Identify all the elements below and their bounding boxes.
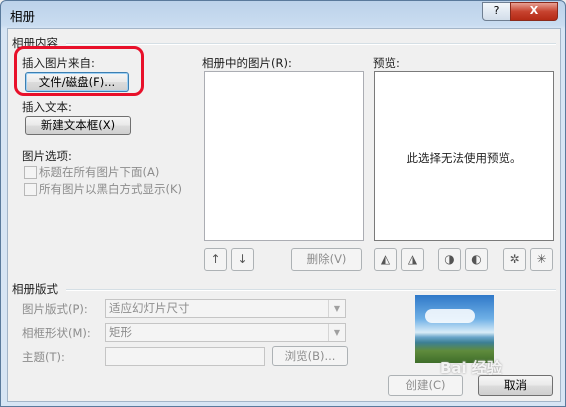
new-textbox-button[interactable]: 新建文本框(X) <box>25 116 131 135</box>
title-bar: 相册 ? X <box>1 1 565 27</box>
close-button[interactable]: X <box>510 2 558 21</box>
create-button[interactable]: 创建(C) <box>388 375 463 396</box>
brightness-up-button[interactable]: ✲ <box>503 248 526 271</box>
insert-text-label: 插入文本: <box>22 100 72 114</box>
brightness-down-icon: ✳ <box>536 252 547 266</box>
arrow-up-icon: ↑ <box>210 252 221 266</box>
contrast-up-button[interactable]: ◑ <box>438 248 461 271</box>
rotate-left-button[interactable]: ◭ <box>374 248 397 271</box>
black-white-checkbox[interactable] <box>24 183 37 196</box>
contrast-up-icon: ◑ <box>444 252 455 266</box>
chevron-down-icon: ▼ <box>328 324 345 341</box>
help-button[interactable]: ? <box>482 2 511 21</box>
baidu-watermark: Bai 经验 <box>440 359 502 377</box>
arrow-down-icon: ↓ <box>237 252 248 266</box>
chevron-down-icon: ▼ <box>328 300 345 317</box>
pictures-listbox[interactable] <box>204 71 364 241</box>
preview-message: 此选择无法使用预览。 <box>406 151 522 165</box>
rotate-right-button[interactable]: ◮ <box>401 248 424 271</box>
group-divider <box>66 289 556 291</box>
picture-layout-select[interactable]: 适应幻灯片尺寸 ▼ <box>105 299 346 318</box>
brightness-down-button[interactable]: ✳ <box>530 248 553 271</box>
picture-layout-label: 图片版式(P): <box>22 302 88 316</box>
caption-below-checkbox[interactable] <box>24 166 37 179</box>
group-divider <box>66 43 556 45</box>
brightness-up-icon: ✲ <box>509 252 520 266</box>
preview-label: 预览: <box>373 56 400 70</box>
preview-pane: 此选择无法使用预览。 <box>374 71 554 241</box>
rotate-right-icon: ◮ <box>407 252 418 266</box>
black-white-label: 所有图片以黑白方式显示(K) <box>39 182 183 196</box>
browse-button[interactable]: 浏览(B)... <box>272 346 348 366</box>
caption-below-label: 标题在所有图片下面(A) <box>39 165 160 179</box>
window-title: 相册 <box>10 9 36 24</box>
red-highlight-annotation <box>14 46 144 96</box>
picture-options-label: 图片选项: <box>22 149 72 163</box>
theme-label: 主题(T): <box>22 350 65 364</box>
frame-shape-value: 矩形 <box>109 325 132 339</box>
move-down-button[interactable]: ↓ <box>231 248 254 271</box>
album-layout-group-title: 相册版式 <box>12 282 58 296</box>
delete-button[interactable]: 删除(V) <box>291 248 362 271</box>
cloud-shape <box>425 309 475 323</box>
frame-shape-label: 相框形状(M): <box>22 326 91 340</box>
picture-layout-value: 适应幻灯片尺寸 <box>109 301 190 315</box>
rotate-left-icon: ◭ <box>380 252 391 266</box>
pictures-in-album-label: 相册中的图片(R): <box>202 56 292 70</box>
move-up-button[interactable]: ↑ <box>204 248 227 271</box>
theme-thumbnail-image <box>415 295 494 363</box>
contrast-down-button[interactable]: ◐ <box>465 248 488 271</box>
frame-shape-select[interactable]: 矩形 ▼ <box>105 323 346 342</box>
contrast-down-icon: ◐ <box>471 252 482 266</box>
cancel-button[interactable]: 取消 <box>478 375 553 396</box>
theme-input[interactable] <box>105 347 265 366</box>
